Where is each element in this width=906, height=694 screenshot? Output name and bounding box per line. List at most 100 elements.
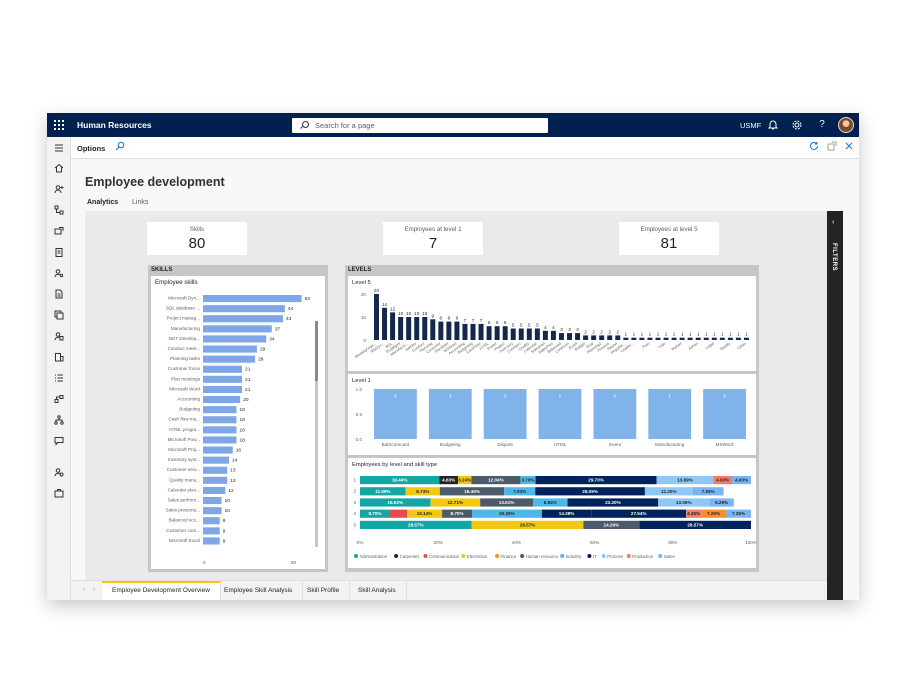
segment-data-label: 12.04%: [488, 478, 504, 483]
top-navigation-bar: Human Resources Search for a page USMF ?: [47, 113, 859, 137]
bar: [743, 337, 749, 340]
people-icon[interactable]: [54, 184, 64, 194]
close-icon[interactable]: [844, 141, 854, 156]
bar-data-label: 20: [374, 288, 380, 293]
bar-category-label: Manufacturing: [171, 326, 201, 331]
user-settings-icon[interactable]: [54, 467, 64, 477]
segment-data-label: 20.29%: [499, 511, 515, 516]
search-icon[interactable]: [115, 141, 125, 156]
prev-page-icon[interactable]: ‹: [83, 586, 85, 593]
x-tick-label: HTML: [554, 442, 567, 447]
x-tick-label: Budgeting: [440, 442, 461, 447]
home-icon[interactable]: [54, 163, 64, 173]
bar-data-label: 10: [225, 508, 231, 514]
transfer-icon[interactable]: [54, 226, 64, 236]
badge-icon[interactable]: [54, 331, 64, 341]
workflow-icon[interactable]: [54, 394, 64, 404]
chat-icon[interactable]: [54, 436, 64, 446]
report-tab-skill-profile[interactable]: Skill Profile: [297, 581, 351, 600]
person-search-icon[interactable]: [54, 268, 64, 278]
employee-skills-visual[interactable]: Employee skills Microsoft Dyn... 53 SQL da…: [151, 276, 325, 569]
bar: [719, 337, 725, 340]
level-1-visual[interactable]: Level 1 0.0 0.5 1.0 1 BalScorecard 1 Budgeting 1…: [348, 374, 756, 455]
bell-icon[interactable]: [766, 118, 780, 132]
hamburger-icon[interactable]: [54, 143, 64, 153]
employees-by-level-visual[interactable]: Employees by level and skill type 1 19.44%…: [348, 458, 756, 568]
bar-data-label: 1: [559, 393, 562, 399]
bar-category-label: SQL database ...: [166, 306, 200, 311]
bar: [679, 337, 685, 340]
kpi-value: 81: [660, 235, 678, 252]
search-box[interactable]: Search for a page: [292, 118, 548, 133]
waffle-icon[interactable]: [54, 120, 64, 130]
org-icon[interactable]: [54, 205, 64, 215]
clipboard-icon[interactable]: [54, 247, 64, 257]
legend-label: Process: [607, 554, 624, 559]
bar-data-label: 5: [520, 323, 523, 328]
briefcase-icon[interactable]: [54, 488, 64, 498]
company-picker[interactable]: USMF: [740, 121, 761, 130]
document-icon[interactable]: [54, 289, 64, 299]
bar: [647, 337, 653, 340]
list-icon[interactable]: [54, 373, 64, 383]
copy-icon[interactable]: [54, 310, 64, 320]
gear-icon[interactable]: [790, 118, 804, 132]
bar: [203, 345, 257, 353]
legend-label: Sales: [664, 554, 676, 559]
open-in-new-window-icon[interactable]: [827, 141, 837, 156]
bar: [430, 319, 436, 340]
tab-analytics[interactable]: Analytics: [87, 199, 119, 213]
filters-pane[interactable]: ‹ FILTERS: [827, 211, 843, 600]
x-tick-label: 50: [291, 560, 297, 565]
kpi-value: 80: [188, 235, 206, 252]
bar-data-label: 1: [721, 332, 724, 337]
legend-marker: [587, 554, 592, 558]
x-tick-label: BalScorecard: [382, 442, 410, 447]
y-tick-label: 0.0: [356, 437, 363, 442]
bar: [727, 337, 733, 340]
report-tab-overview[interactable]: Employee Development Overview: [102, 581, 221, 600]
bar: [390, 312, 396, 340]
options-menu[interactable]: Options: [77, 144, 105, 153]
bar: [203, 436, 237, 444]
bar: [203, 527, 220, 535]
report-tab-skill-analysis-employee[interactable]: Employee Skill Analysis: [214, 581, 304, 600]
level-5-visual[interactable]: Level 5 20 10 0 20 MeetingOrga... 14 MSDyn... 12…: [348, 276, 756, 371]
bar-data-label: 3: [576, 327, 579, 332]
bar-data-label: 3: [560, 327, 563, 332]
tab-links[interactable]: Links: [132, 199, 148, 206]
report-tab-skill-analysis[interactable]: Skill Analysis: [348, 581, 407, 600]
bar: [406, 317, 412, 340]
chevron-left-icon[interactable]: ‹: [832, 219, 834, 226]
bar: [655, 337, 661, 340]
next-page-icon[interactable]: ›: [93, 586, 95, 593]
segment-data-label: 13.06%: [676, 500, 692, 505]
bar-data-label: 53: [305, 296, 311, 302]
segment-data-label: 3.24%: [458, 478, 471, 483]
bar-data-label: 6: [504, 320, 507, 325]
legend-label: Administration: [360, 554, 388, 559]
bar: [203, 456, 230, 464]
bar-data-label: 21: [245, 367, 251, 373]
bar: [203, 476, 228, 484]
bar: [454, 321, 460, 340]
segment-data-label: 14.38%: [559, 511, 575, 516]
bar-data-label: 2: [584, 329, 587, 334]
x-tick-label: Manufacturing: [655, 442, 685, 447]
kpi-label: Skills: [189, 226, 205, 233]
segment-data-label: 28.57%: [687, 522, 703, 527]
bar-data-label: 9: [432, 313, 435, 318]
y-tick-label: 0: [363, 338, 366, 343]
hierarchy-icon[interactable]: [54, 415, 64, 425]
avatar[interactable]: [838, 117, 854, 133]
bar: [534, 328, 540, 340]
bar-data-label: 1: [745, 332, 748, 337]
segment-data-label: 29.70%: [588, 478, 604, 483]
bar: [203, 406, 237, 414]
bar-data-label: 6: [488, 320, 491, 325]
bar-category-label: Conduct meet...: [168, 346, 200, 351]
app-name[interactable]: Human Resources: [77, 120, 152, 130]
refresh-icon[interactable]: [809, 141, 819, 156]
help-icon[interactable]: ?: [815, 118, 829, 132]
building-icon[interactable]: [54, 352, 64, 362]
